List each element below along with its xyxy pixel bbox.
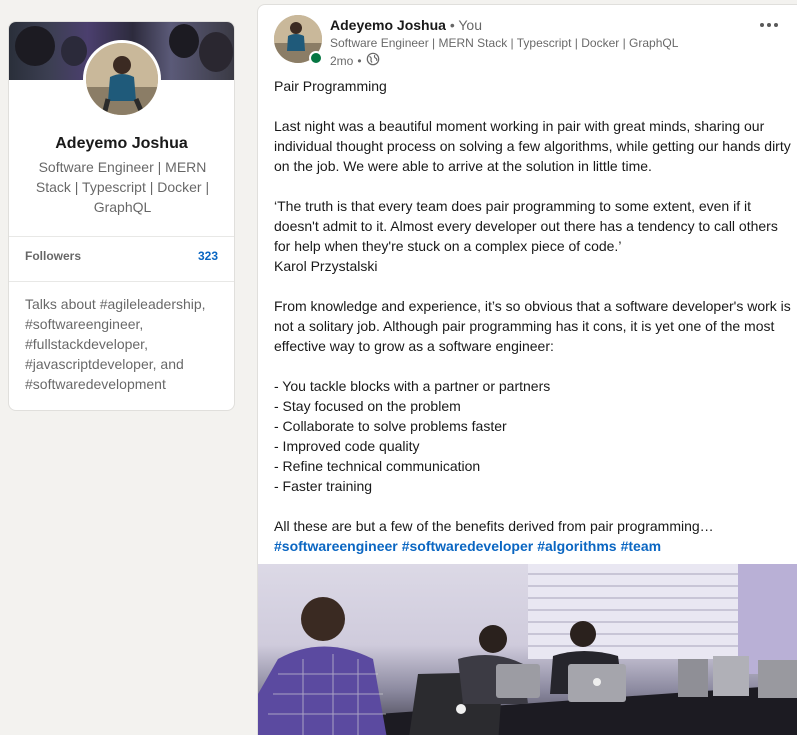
post-blank-line — [274, 496, 794, 516]
post-blank-line — [274, 96, 794, 116]
profile-headline: Software Engineer | MERN Stack | Typescr… — [35, 159, 210, 215]
post-author-badge: • You — [449, 17, 482, 33]
divider — [9, 236, 234, 237]
post-body: Pair Programming Last night was a beautif… — [274, 76, 794, 556]
post-hashtags: #softwareengineer #softwaredeveloper #algo… — [274, 536, 794, 556]
profile-card: Adeyemo Joshua Software Engineer | MERN … — [8, 21, 235, 411]
post-paragraph: - You tackle blocks with a partner or pa… — [274, 378, 551, 394]
post-image[interactable] — [258, 564, 797, 735]
post-paragraph: All these are but a few of the benefits … — [274, 518, 714, 534]
post-blank-line — [274, 176, 794, 196]
post-paragraph: Karol Przystalski — [274, 258, 378, 274]
divider — [9, 281, 234, 282]
hashtag-link[interactable]: #team — [621, 538, 661, 554]
followers-label[interactable]: Followers — [25, 249, 81, 263]
post-blank-line — [274, 356, 794, 376]
post-paragraph: Last night was a beautiful moment workin… — [274, 118, 791, 174]
ellipsis-icon — [760, 23, 764, 27]
post-paragraph: - Refine technical communication — [274, 458, 481, 474]
post-paragraph: - Faster training — [274, 478, 373, 494]
post-paragraph: Pair Programming — [274, 78, 387, 94]
post-author-headline: Software Engineer | MERN Stack | Typescr… — [330, 36, 679, 50]
talks-about-text: Talks about #agileleadership, #softwaree… — [25, 296, 206, 392]
hashtag-link[interactable]: #softwareengineer — [274, 538, 398, 554]
post-paragraph: - Stay focused on the problem — [274, 398, 461, 414]
post-text: Pair Programming Last night was a beautif… — [274, 76, 794, 536]
profile-avatar[interactable] — [83, 40, 161, 118]
post-meta: 2mo • — [330, 52, 380, 69]
globe-icon — [366, 52, 380, 69]
online-status-icon — [309, 51, 323, 65]
post-time[interactable]: 2mo — [330, 54, 353, 68]
hashtag-link[interactable]: #algorithms — [537, 538, 616, 554]
post-paragraph: - Collaborate to solve problems faster — [274, 418, 507, 434]
post-author-name[interactable]: Adeyemo Joshua — [330, 17, 446, 33]
post-more-options-button[interactable] — [753, 13, 785, 37]
post-card: Adeyemo Joshua • You Software Engineer |… — [257, 4, 797, 735]
meta-separator: • — [357, 53, 362, 68]
post-paragraph: From knowledge and experience, it’s so o… — [274, 298, 791, 354]
post-author-line: Adeyemo Joshua • You — [330, 17, 482, 33]
profile-name[interactable]: Adeyemo Joshua — [9, 135, 234, 153]
post-blank-line — [274, 276, 794, 296]
post-paragraph: ‘The truth is that every team does pair … — [274, 198, 778, 254]
post-paragraph: - Improved code quality — [274, 438, 420, 454]
followers-count[interactable]: 323 — [198, 249, 218, 263]
hashtag-link[interactable]: #softwaredeveloper — [402, 538, 534, 554]
